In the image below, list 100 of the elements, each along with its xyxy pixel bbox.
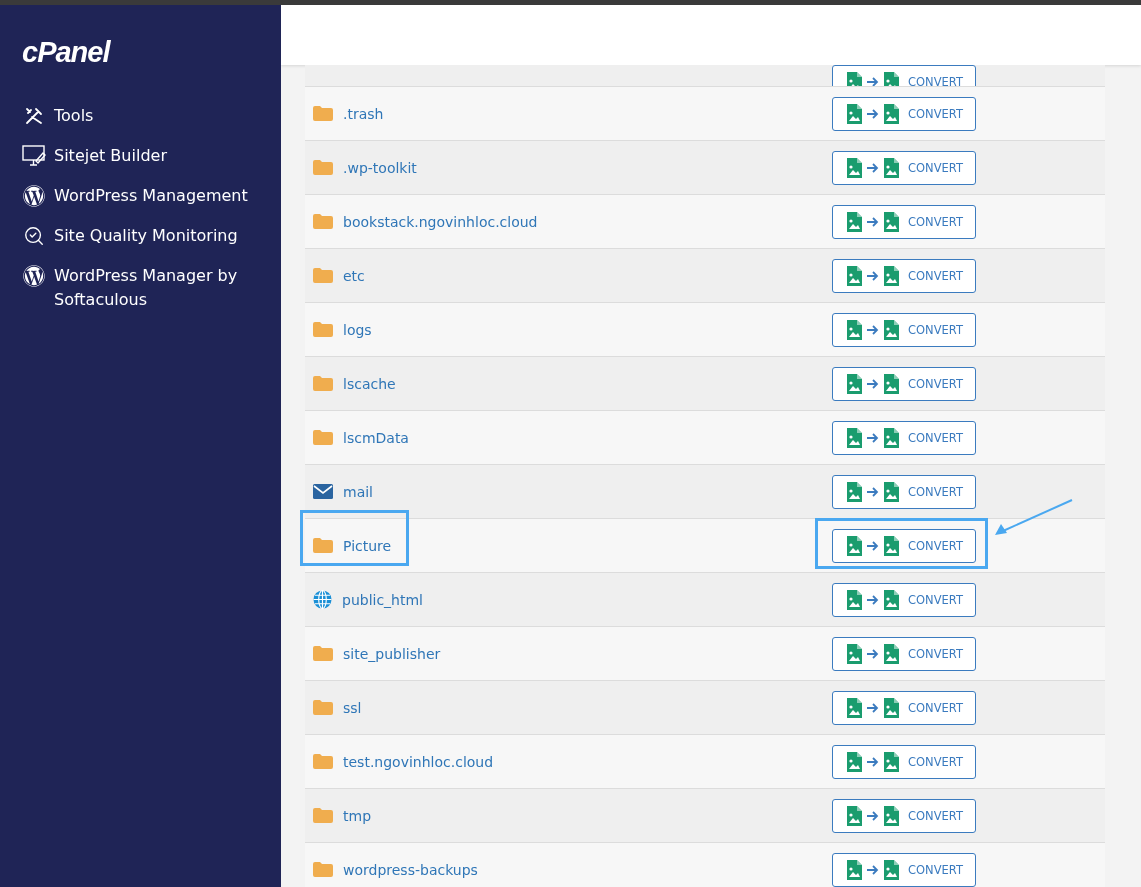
image-file-icon <box>884 103 899 124</box>
convert-button[interactable]: CONVERT <box>832 636 976 671</box>
convert-button[interactable]: CONVERT <box>832 150 976 185</box>
image-file-icon <box>847 535 862 556</box>
folder-link[interactable]: Picture <box>343 537 392 554</box>
convert-button[interactable]: CONVERT <box>832 744 976 779</box>
folder-icon <box>313 106 333 121</box>
arrow-right-icon <box>867 77 879 86</box>
convert-button[interactable]: CONVERT <box>832 204 976 239</box>
arrow-right-icon <box>867 702 879 713</box>
folder-icon <box>313 214 333 229</box>
image-file-icon <box>884 319 899 340</box>
arrow-right-icon <box>867 810 879 821</box>
folder-link[interactable]: etc <box>343 267 365 284</box>
mail-icon <box>313 484 333 499</box>
convert-button[interactable]: CONVERT <box>832 690 976 725</box>
search-icon <box>23 225 45 247</box>
image-file-icon <box>884 427 899 448</box>
folder-link[interactable]: tmp <box>343 807 371 824</box>
image-file-icon <box>847 265 862 286</box>
folder-link[interactable]: lscache <box>343 375 396 392</box>
arrow-right-icon <box>867 540 879 551</box>
convert-button[interactable]: CONVERT <box>832 96 976 131</box>
image-file-icon <box>847 211 862 232</box>
folder-icon <box>313 646 333 661</box>
image-file-icon <box>884 157 899 178</box>
image-file-icon <box>847 481 862 502</box>
image-file-icon <box>884 535 899 556</box>
image-file-icon <box>847 805 862 826</box>
image-file-icon <box>847 859 862 880</box>
sidebar-link[interactable]: WordPress Management <box>54 184 254 208</box>
folder-link[interactable]: wordpress-backups <box>343 861 478 878</box>
folder-icon <box>313 700 333 715</box>
folder-link[interactable]: site_publisher <box>343 645 441 662</box>
sidebar-link[interactable]: Sitejet Builder <box>54 144 254 168</box>
image-file-icon <box>847 751 862 772</box>
convert-button[interactable]: CONVERT <box>832 312 976 347</box>
sidebar-link[interactable]: Tools <box>54 104 254 128</box>
folder-icon <box>313 538 333 553</box>
folder-link[interactable]: logs <box>343 321 372 338</box>
folder-link[interactable]: public_html <box>342 591 423 608</box>
arrow-right-icon <box>867 270 879 281</box>
image-file-icon <box>847 319 862 340</box>
folder-icon <box>313 754 333 769</box>
folder-link[interactable]: lscmData <box>343 429 409 446</box>
arrow-right-icon <box>867 108 879 119</box>
convert-button[interactable]: CONVERT <box>832 474 976 509</box>
arrow-right-icon <box>867 648 879 659</box>
arrow-right-icon <box>867 324 879 335</box>
arrow-right-icon <box>867 486 879 497</box>
tools-icon <box>24 106 44 126</box>
image-file-icon <box>884 265 899 286</box>
logo: cPanel <box>22 36 112 69</box>
folder-icon <box>313 430 333 445</box>
image-file-icon <box>847 643 862 664</box>
convert-button[interactable]: CONVERT <box>832 366 976 401</box>
arrow-right-icon <box>867 594 879 605</box>
arrow-right-icon <box>867 216 879 227</box>
convert-button[interactable]: CONVERT <box>832 528 976 563</box>
image-file-icon <box>884 589 899 610</box>
folder-link[interactable]: test.ngovinhloc.cloud <box>343 753 494 770</box>
folder-icon <box>313 376 333 391</box>
convert-button[interactable]: CONVERT <box>832 65 976 86</box>
image-file-icon <box>847 157 862 178</box>
monitor-icon <box>22 145 46 167</box>
folder-link[interactable]: .wp-toolkit <box>343 159 417 176</box>
folder-icon <box>313 268 333 283</box>
image-file-icon <box>884 373 899 394</box>
image-file-icon <box>884 211 899 232</box>
folder-icon <box>313 160 333 175</box>
arrow-right-icon <box>867 864 879 875</box>
sidebar-link[interactable]: WordPress Manager by Softaculous <box>54 264 254 312</box>
image-file-icon <box>884 805 899 826</box>
image-file-icon <box>847 697 862 718</box>
wordpress-icon <box>23 185 45 207</box>
image-file-icon <box>884 481 899 502</box>
folder-icon <box>313 808 333 823</box>
convert-button[interactable]: CONVERT <box>832 420 976 455</box>
image-file-icon <box>847 373 862 394</box>
arrow-right-icon <box>867 432 879 443</box>
image-file-icon <box>884 751 899 772</box>
arrow-right-icon <box>867 378 879 389</box>
image-file-icon <box>884 859 899 880</box>
convert-button[interactable]: CONVERT <box>832 798 976 833</box>
arrow-right-icon <box>867 756 879 767</box>
globe-icon <box>313 590 332 609</box>
convert-button[interactable]: CONVERT <box>832 852 976 887</box>
folder-link[interactable]: mail <box>343 483 373 500</box>
folder-link[interactable]: bookstack.ngovinhloc.cloud <box>343 213 538 230</box>
image-file-icon <box>847 589 862 610</box>
image-file-icon <box>884 697 899 718</box>
arrow-right-icon <box>867 162 879 173</box>
folder-link[interactable]: ssl <box>343 699 362 716</box>
image-file-icon <box>847 103 862 124</box>
folder-icon <box>313 322 333 337</box>
folder-link[interactable]: .trash <box>343 105 384 122</box>
image-file-icon <box>847 427 862 448</box>
convert-button[interactable]: CONVERT <box>832 582 976 617</box>
convert-button[interactable]: CONVERT <box>832 258 976 293</box>
sidebar-link[interactable]: Site Quality Monitoring <box>54 224 254 248</box>
